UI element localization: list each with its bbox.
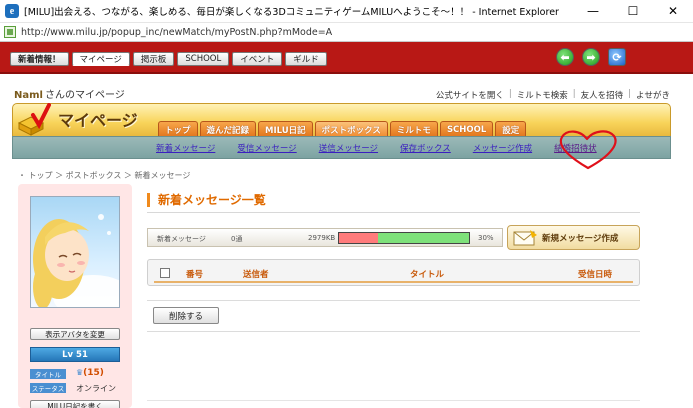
heart-annotation-icon xyxy=(559,130,617,170)
tab-postbox[interactable]: ポストボックス xyxy=(314,121,388,137)
subnav-compose[interactable]: メッセージ作成 xyxy=(473,142,532,154)
tab-top[interactable]: トップ xyxy=(158,121,198,137)
tab-milutomo[interactable]: ミルトモ xyxy=(389,121,438,137)
status-label: ステータス xyxy=(30,383,66,393)
reload-icon[interactable]: ⟳ xyxy=(608,48,626,66)
status-value: オンライン xyxy=(76,384,116,393)
avatar xyxy=(30,196,120,308)
status-percent: 30% xyxy=(478,234,494,242)
title-value: ♛(15) xyxy=(76,368,104,378)
breadcrumb: ・ トップ ＞ ポストボックス ＞ 新着メッセージ xyxy=(18,171,191,180)
status-capacity: 2979KB xyxy=(308,234,336,242)
status-new-label: 新着メッセージ xyxy=(157,235,206,243)
link-invite-friend[interactable]: 友人を招待 xyxy=(581,89,624,101)
title-count: (15) xyxy=(83,368,104,378)
address-url[interactable]: http://www.milu.jp/popup_inc/newMatch/my… xyxy=(21,27,332,38)
column-sender[interactable]: 送信者 xyxy=(243,268,269,280)
forward-arrow-icon[interactable]: ➡ xyxy=(582,48,600,66)
internet-explorer-icon: e xyxy=(5,4,19,18)
new-message-label: 新規メッセージ作成 xyxy=(542,233,619,244)
maximize-button[interactable]: ☐ xyxy=(613,0,653,22)
divider xyxy=(147,400,640,401)
divider xyxy=(147,300,640,301)
page-header: Naml さんのマイページ 公式サイトを開く | ミルトモ検索 | 友人を招待 | よせ… xyxy=(0,76,693,139)
close-button[interactable]: ✕ xyxy=(653,0,693,22)
site-tab-event[interactable]: イベント xyxy=(232,52,283,66)
tab-settings[interactable]: 設定 xyxy=(495,121,527,137)
capacity-bar-fill xyxy=(339,233,378,243)
site-tab-school[interactable]: SCHOOL xyxy=(177,52,230,66)
link-milutomo-search[interactable]: ミルトモ検索 xyxy=(517,89,568,101)
delete-button[interactable]: 削除する xyxy=(153,307,219,324)
main-tabs: トップ 遊んだ記録 MILU日記 ポストボックス ミルトモ SCHOOL 設定 xyxy=(158,121,527,137)
site-tab-mypage[interactable]: マイページ xyxy=(71,52,130,66)
tab-milu-diary[interactable]: MILU日記 xyxy=(258,121,313,137)
site-tab-board[interactable]: 掲示板 xyxy=(132,52,175,66)
write-diary-button[interactable]: MILU日記を書く xyxy=(30,400,120,408)
top-links: 公式サイトを開く | ミルトモ検索 | 友人を招待 | よせがき xyxy=(435,89,670,101)
tab-play-record[interactable]: 遊んだ記録 xyxy=(199,121,257,137)
title-divider xyxy=(147,212,640,213)
change-avatar-button[interactable]: 表示アバタを変更 xyxy=(30,328,120,340)
profile-panel: 表示アバタを変更 Lv 51 タイトル ♛(15) ステータス オンライン MI… xyxy=(18,184,132,408)
site-tab-news[interactable]: 新着情報！ xyxy=(10,52,69,66)
username-heading: Naml さんのマイページ xyxy=(14,86,125,101)
site-tab-guild[interactable]: ギルド xyxy=(285,52,327,66)
subnav-saved-box[interactable]: 保存ボックス xyxy=(400,142,451,154)
page-title: 新着メッセージ一覧 xyxy=(147,193,266,207)
window-titlebar: e [MILU]出会える、つながる、楽しめる、毎日が楽しくなる3Dコミュニティゲ… xyxy=(0,0,693,22)
subnav-inbox[interactable]: 受信メッセージ xyxy=(237,142,296,154)
link-yosegaki[interactable]: よせがき xyxy=(636,89,670,101)
avatar-image xyxy=(33,214,119,307)
message-table-header: 番号 送信者 タイトル 受信日時 xyxy=(147,259,640,286)
column-received-date[interactable]: 受信日時 xyxy=(578,268,612,280)
back-arrow-icon[interactable]: ⬅ xyxy=(556,48,574,66)
column-title[interactable]: タイトル xyxy=(410,268,444,280)
status-count: 0通 xyxy=(231,235,243,243)
address-bar[interactable]: http://www.milu.jp/popup_inc/newMatch/my… xyxy=(0,22,693,42)
tab-school[interactable]: SCHOOL xyxy=(439,121,494,137)
column-number[interactable]: 番号 xyxy=(186,268,203,280)
mypage-title: マイページ xyxy=(58,111,138,130)
site-nav: 新着情報！ マイページ 掲示板 SCHOOL イベント ギルド ⬅ ➡ ⟳ xyxy=(0,42,693,74)
link-official-site[interactable]: 公式サイトを開く xyxy=(436,89,504,101)
subnav-sent[interactable]: 送信メッセージ xyxy=(319,142,378,154)
header-underline xyxy=(154,281,633,283)
minimize-button[interactable]: — xyxy=(573,0,613,22)
envelope-icon xyxy=(513,229,537,245)
page-icon xyxy=(4,26,16,38)
username-suffix: さんのマイページ xyxy=(44,90,125,101)
window-title: [MILU]出会える、つながる、楽しめる、毎日が楽しくなる3Dコミュニティゲーム… xyxy=(24,7,559,18)
site-nav-tabs: 新着情報！ マイページ 掲示板 SCHOOL イベント ギルド xyxy=(10,52,327,66)
title-label: タイトル xyxy=(30,369,66,379)
mailbox-status-bar: 新着メッセージ 0通 2979KB 30% xyxy=(147,228,503,247)
divider xyxy=(147,331,640,332)
username: Naml xyxy=(14,90,43,101)
level-badge: Lv 51 xyxy=(30,347,120,362)
new-message-button[interactable]: 新規メッセージ作成 xyxy=(507,225,640,250)
select-all-checkbox[interactable] xyxy=(160,268,170,278)
mypage-logo-icon xyxy=(17,103,51,136)
subnav-new-messages[interactable]: 新着メッセージ xyxy=(156,142,215,154)
capacity-bar xyxy=(338,232,470,244)
